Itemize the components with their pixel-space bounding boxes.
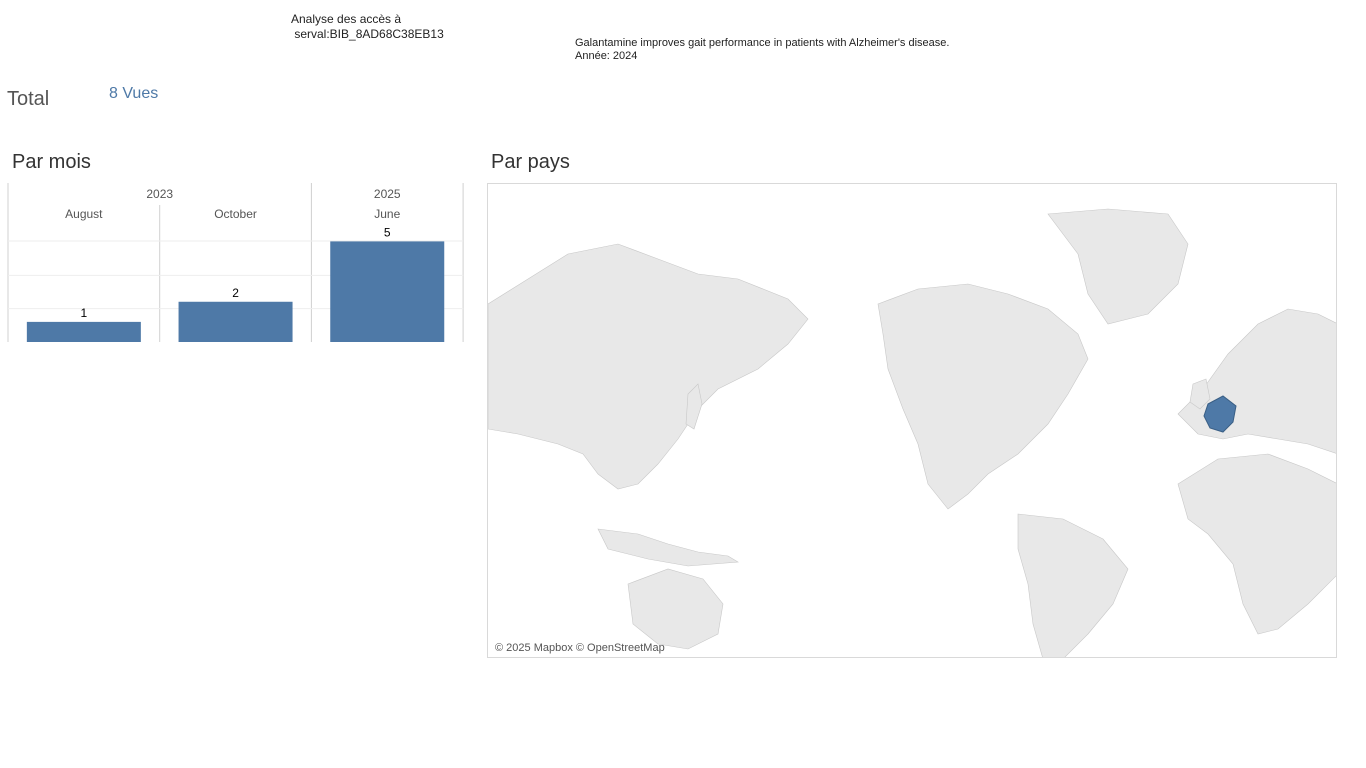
land-indonesia — [597, 528, 739, 567]
monthly-views-bar-chart: 2023 2025 August 1 October 2 June 5 — [7, 183, 464, 342]
bar-value-label: 2 — [232, 286, 239, 300]
by-country-title: Par pays — [491, 151, 570, 173]
year-header: 2023 — [146, 187, 173, 201]
land-greenland — [1047, 208, 1189, 325]
publication-title: Galantamine improves gait performance in… — [575, 37, 950, 49]
bar — [26, 321, 141, 342]
bar-value-label: 5 — [384, 225, 391, 239]
total-views-value: 8 Vues — [109, 85, 159, 102]
year-header: 2025 — [374, 187, 401, 201]
land-australia — [627, 568, 724, 650]
bar — [330, 241, 445, 342]
bar-value-label: 1 — [81, 306, 88, 320]
month-header: October — [214, 207, 257, 221]
map-attribution: © 2025 Mapbox © OpenStreetMap — [495, 642, 665, 654]
land-south-america — [1017, 513, 1129, 657]
land-north-america — [877, 283, 1089, 510]
report-title-line-2: serval:BIB_8AD68C38EB13 — [291, 27, 444, 41]
report-title: Analyse des accès à serval:BIB_8AD68C38E… — [291, 12, 444, 42]
land-asia — [488, 243, 809, 490]
report-title-line-1: Analyse des accès à — [291, 12, 402, 26]
land-africa — [1177, 453, 1336, 635]
country-map[interactable]: © 2025 Mapbox © OpenStreetMap — [487, 183, 1337, 658]
publication-year: Année: 2024 — [575, 50, 638, 62]
by-month-title: Par mois — [12, 151, 91, 173]
bar — [178, 301, 293, 342]
world-map — [488, 208, 1336, 657]
month-header: June — [374, 207, 400, 221]
total-label: Total — [7, 88, 50, 110]
publication-info: Galantamine improves gait performance in… — [575, 37, 949, 63]
month-header: August — [65, 207, 103, 221]
